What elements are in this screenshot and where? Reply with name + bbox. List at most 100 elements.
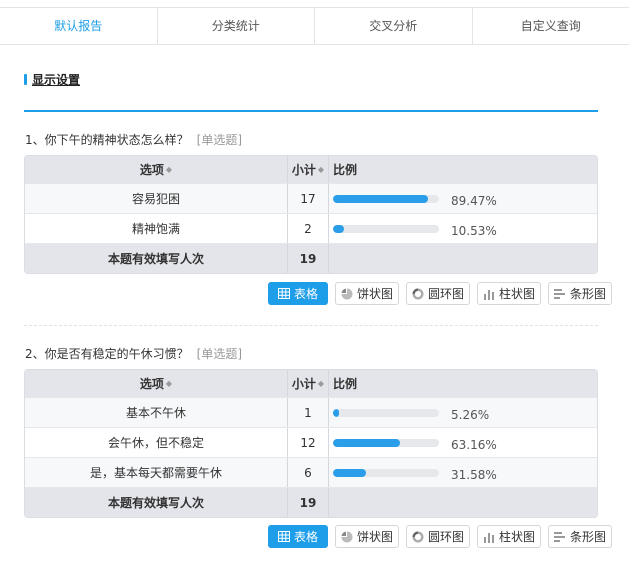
column-chart-icon [482,530,496,544]
tab-bar: 默认报告 分类统计 交叉分析 自定义查询 [0,7,629,45]
table-header: 选项 ◆ 小计 ◆ 比例 [25,370,597,397]
ratio-header-label: 比例 [333,163,358,177]
question-2-table: 选项 ◆ 小计 ◆ 比例 基本不午休 1 5.26% 会午休，但不稳定 12 63.… [24,369,598,518]
settings-accent-bar [24,73,27,85]
question-type: [单选题] [196,347,243,361]
option-label: 基本不午休 [125,406,186,420]
column-chart-label: 柱状图 [499,287,536,301]
progress-fill [333,224,345,233]
progress-fill [333,408,339,417]
pie-chart-icon [340,530,354,544]
chart-type-buttons: 表格 饼状图 圆环图 柱状图 条形图 [268,525,613,548]
option-header-label: 选项 [139,377,164,391]
total-count: 19 [287,488,329,517]
sort-icon[interactable]: ◆ [166,379,172,388]
option-count: 6 [287,458,329,487]
table-icon [277,530,291,544]
column-chart-icon [482,287,496,301]
table-row: 基本不午休 1 5.26% [25,397,597,427]
option-count: 1 [287,398,329,427]
option-label: 是，基本每天都需要午休 [89,466,222,480]
bar-chart-icon [553,287,567,301]
pie-chart-label: 饼状图 [357,530,394,544]
display-settings-link[interactable]: 显示设置 [32,71,80,88]
donut-chart-button[interactable]: 圆环图 [406,525,471,548]
tab-category-stats[interactable]: 分类统计 [158,8,315,44]
progress-fill [333,468,367,477]
tab-default-report[interactable]: 默认报告 [0,8,158,44]
bar-chart-label: 条形图 [570,530,607,544]
bar-chart-button[interactable]: 条形图 [548,282,613,305]
percent-text: 10.53% [451,223,497,238]
pie-chart-button[interactable]: 饼状图 [335,525,400,548]
section-divider [24,110,598,112]
table-row: 会午休，但不稳定 12 63.16% [25,427,597,457]
percent-text: 31.58% [451,467,497,482]
option-ratio: 89.47% [329,184,597,213]
progress-bar [333,408,439,417]
total-row: 本题有效填写人次 19 [25,243,597,273]
sort-icon[interactable]: ◆ [318,165,324,174]
progress-bar [333,468,439,477]
option-ratio: 10.53% [329,214,597,243]
table-header: 选项 ◆ 小计 ◆ 比例 [25,156,597,183]
donut-chart-label: 圆环图 [428,530,465,544]
donut-chart-button[interactable]: 圆环图 [406,282,471,305]
column-chart-button[interactable]: 柱状图 [477,525,542,548]
table-view-label: 表格 [293,287,318,301]
total-empty [329,244,597,273]
total-row: 本题有效填写人次 19 [25,487,597,517]
donut-chart-icon [411,287,425,301]
option-header[interactable]: 选项 ◆ [25,156,287,183]
chart-type-buttons: 表格 饼状图 圆环图 柱状图 条形图 [268,282,613,305]
sort-icon[interactable]: ◆ [166,165,172,174]
progress-bar [333,438,439,447]
count-header[interactable]: 小计 ◆ [287,156,329,183]
table-row: 是，基本每天都需要午休 6 31.58% [25,457,597,487]
table-view-label: 表格 [293,530,318,544]
progress-fill [333,438,400,447]
count-header[interactable]: 小计 ◆ [287,370,329,397]
progress-bar [333,194,439,203]
column-chart-label: 柱状图 [499,530,536,544]
bar-chart-label: 条形图 [570,287,607,301]
ratio-header-label: 比例 [333,377,358,391]
table-row: 容易犯困 17 89.47% [25,183,597,213]
table-view-button[interactable]: 表格 [268,525,328,548]
bar-chart-icon [553,530,567,544]
pie-chart-label: 饼状图 [357,287,394,301]
bar-chart-button[interactable]: 条形图 [548,525,613,548]
count-header-label: 小计 [291,163,316,177]
column-chart-button[interactable]: 柱状图 [477,282,542,305]
question-1-title: 1、你下午的精神状态怎么样？ [单选题] [25,131,242,148]
option-count: 17 [287,184,329,213]
option-ratio: 5.26% [329,398,597,427]
progress-bar [333,224,439,233]
tab-custom-query[interactable]: 自定义查询 [473,8,629,44]
total-empty [329,488,597,517]
table-view-button[interactable]: 表格 [268,282,328,305]
percent-text: 89.47% [451,193,497,208]
pie-chart-button[interactable]: 饼状图 [335,282,400,305]
donut-chart-label: 圆环图 [428,287,465,301]
option-label: 精神饱满 [131,222,180,236]
option-count: 2 [287,214,329,243]
option-label: 容易犯困 [131,192,180,206]
ratio-header: 比例 [329,370,597,397]
tab-cross-analysis[interactable]: 交叉分析 [315,8,473,44]
ratio-header: 比例 [329,156,597,183]
question-2-title: 2、你是否有稳定的午休习惯？ [单选题] [25,345,242,362]
sort-icon[interactable]: ◆ [318,379,324,388]
percent-text: 63.16% [451,437,497,452]
total-label: 本题有效填写人次 [107,496,204,510]
pie-chart-icon [340,287,354,301]
question-separator [24,325,598,326]
total-count: 19 [287,244,329,273]
option-ratio: 31.58% [329,458,597,487]
display-settings[interactable]: 显示设置 [24,71,80,87]
question-text: 2、你是否有稳定的午休习惯？ [25,347,189,361]
percent-text: 5.26% [451,407,490,422]
option-header[interactable]: 选项 ◆ [25,370,287,397]
option-header-label: 选项 [139,163,164,177]
question-text: 1、你下午的精神状态怎么样？ [25,133,189,147]
